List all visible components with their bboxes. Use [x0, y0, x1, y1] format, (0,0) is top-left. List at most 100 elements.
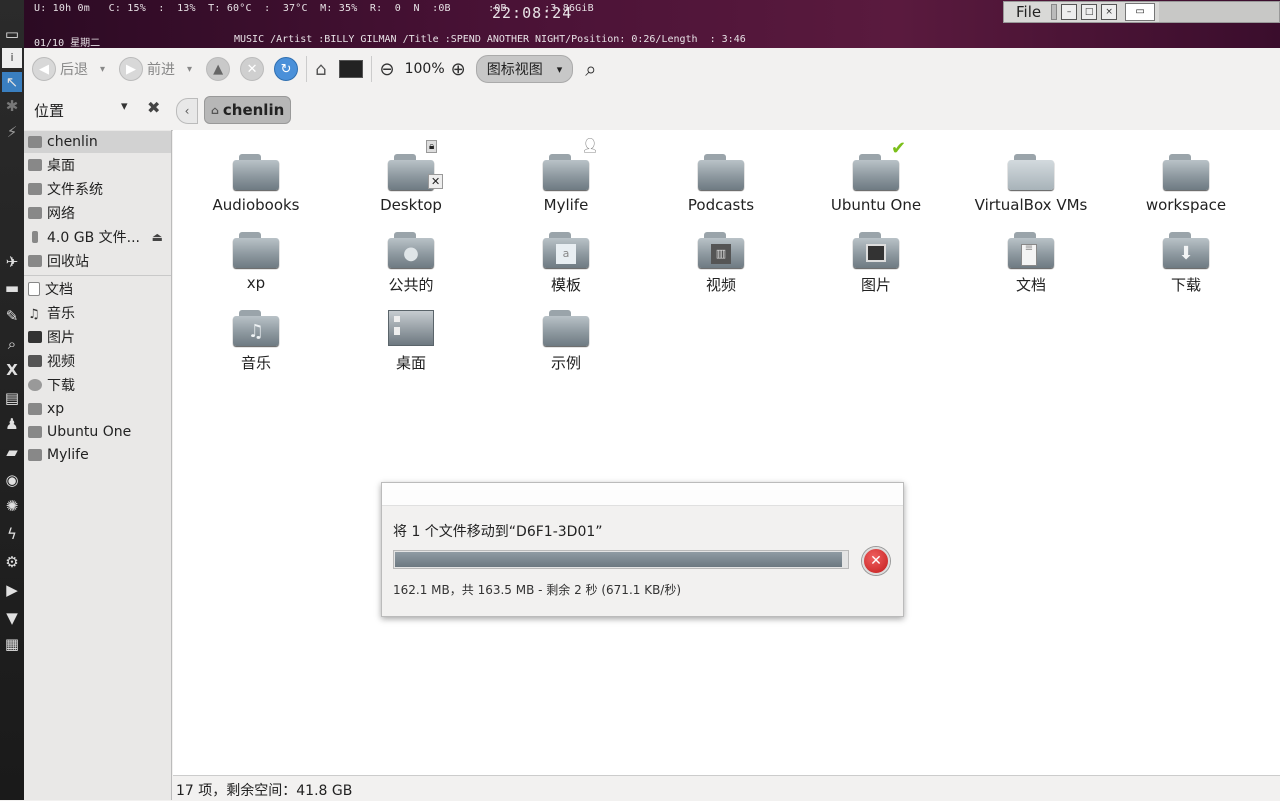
file-label: VirtualBox VMs [974, 196, 1088, 214]
dialog-titlebar[interactable] [382, 483, 903, 506]
places-sidebar: chenlin 桌面 文件系统 网络 4.0 GB 文件... ⏏ 回收站 文档 … [24, 130, 172, 800]
folder-icon [1008, 154, 1054, 190]
lock-icon: 🔒︎ [426, 140, 438, 153]
shared-person-icon: 👤︎ [581, 138, 599, 154]
sidebar-item-pictures[interactable]: 图片 [24, 326, 171, 348]
file-label: Podcasts [687, 196, 755, 214]
close-button[interactable]: × [1101, 4, 1118, 20]
chrome-icon[interactable]: ◉ [2, 470, 22, 490]
settings-icon[interactable]: ⚙ [2, 552, 22, 572]
sidebar-item-home[interactable]: chenlin [24, 131, 171, 153]
public-folder-icon: ● [388, 232, 434, 268]
toolbar-separator [306, 56, 308, 82]
airplane-icon[interactable]: ✈ [2, 252, 22, 272]
sidebar-item-network[interactable]: 网络 [24, 202, 171, 224]
file-item[interactable]: ▥ 视频 [656, 232, 786, 295]
file-icon-view: Audiobooks 🔒︎ ✕ Desktop 👤︎ Mylife Podcas… [173, 130, 1280, 775]
sidebar-item-usb[interactable]: 4.0 GB 文件... ⏏ [24, 226, 171, 248]
chevron-down-icon[interactable]: ▾ [187, 64, 192, 75]
usb-drive-icon [32, 231, 38, 243]
file-label: 桌面 [395, 354, 426, 372]
file-item[interactable]: ⬇ 下载 [1121, 232, 1251, 295]
sidebar-item-filesystem[interactable]: 文件系统 [24, 178, 171, 200]
folder-icon [233, 154, 279, 190]
file-item[interactable]: xp [191, 232, 321, 292]
sidebar-item-ubuntu-one[interactable]: Ubuntu One [24, 421, 171, 443]
launcher-icon[interactable]: ▭ [2, 24, 22, 44]
wrench-icon[interactable]: ✎ [2, 306, 22, 326]
sidebar-item-mylife[interactable]: Mylife [24, 444, 171, 466]
file-transfer-dialog: 将 1 个文件移动到“D6F1-3D01” ✕ 162.1 MB，共 163.5… [381, 482, 904, 617]
file-item[interactable]: 👤︎ Mylife [501, 138, 631, 214]
file-item[interactable]: Podcasts [656, 154, 786, 214]
bluetooth-icon[interactable]: ✱ [2, 96, 22, 116]
file-item[interactable]: 示例 [501, 310, 631, 373]
breadcrumb-home[interactable]: ⌂ chenlin [204, 96, 292, 124]
transfer-status: 162.1 MB，共 163.5 MB - 剩余 2 秒 (671.1 KB/秒… [393, 583, 682, 597]
people-icon[interactable]: ♟ [2, 414, 22, 434]
file-item[interactable]: ♫ 音乐 [191, 310, 321, 373]
x-icon[interactable]: X [2, 360, 22, 380]
computer-button[interactable] [338, 60, 363, 78]
person-icon: ● [403, 243, 419, 264]
window-switcher-button[interactable]: ▭ [1125, 3, 1156, 21]
sidebar-item-trash[interactable]: 回收站 [24, 250, 171, 272]
file-item[interactable]: workspace [1121, 154, 1251, 214]
forward-button[interactable]: ▶ 前进 ▾ [119, 57, 192, 81]
file-item[interactable]: 桌面 [346, 310, 476, 373]
sidebar-item-label: 音乐 [47, 306, 75, 322]
close-sidebar-icon[interactable]: ✖ [147, 98, 160, 117]
zoom-in-button[interactable]: ⊕ [451, 59, 466, 80]
play-icon[interactable]: ▶ [2, 580, 22, 600]
app-icon[interactable]: ↖ [2, 72, 22, 92]
sidebar-item-downloads[interactable]: 下载 [24, 374, 171, 396]
pictures-icon [28, 331, 42, 343]
stop-button[interactable]: ✕ [240, 57, 265, 81]
cancel-transfer-button[interactable]: ✕ [862, 547, 890, 575]
file-item[interactable]: ≡ 文档 [966, 232, 1096, 295]
chevron-down-icon[interactable]: ▾ [100, 64, 105, 75]
calendar-icon[interactable]: ▦ [2, 634, 22, 654]
file-label: 公共的 [388, 276, 434, 294]
lightning-icon[interactable]: ϟ [2, 524, 22, 544]
sidebar-item-documents[interactable]: 文档 [24, 278, 171, 300]
file-item[interactable]: 图片 [811, 232, 941, 295]
file-item[interactable]: Audiobooks [191, 154, 321, 214]
sidebar-item-videos[interactable]: 视频 [24, 350, 171, 372]
file-item[interactable]: VirtualBox VMs [966, 154, 1096, 214]
file-item[interactable]: ✔ Ubuntu One [811, 138, 941, 214]
info-icon[interactable]: i [2, 48, 22, 68]
download-icon[interactable]: ▼ [2, 608, 22, 628]
view-mode-select[interactable]: 图标视图 ▾ [475, 55, 574, 83]
folder-icon[interactable]: ▬ [2, 278, 22, 298]
minimize-button[interactable]: – [1061, 4, 1078, 20]
chevron-down-icon[interactable]: ▾ [121, 99, 128, 114]
back-label: 后退 [60, 62, 88, 78]
sidebar-item-desktop[interactable]: 桌面 [24, 154, 171, 176]
file-item[interactable]: ● 公共的 [346, 232, 476, 295]
zoom-out-button[interactable]: ⊖ [380, 59, 395, 80]
breadcrumb-back-button[interactable]: ‹ [176, 98, 198, 124]
window-menubar: File – □ × ▭ [1003, 1, 1280, 23]
file-menu[interactable]: File [1016, 3, 1041, 21]
file-item[interactable]: a 模板 [501, 232, 631, 295]
search-icon[interactable]: ⌕ [585, 57, 596, 81]
toolbar-separator [370, 56, 372, 82]
folder-open-icon[interactable]: ▤ [2, 388, 22, 408]
reload-button[interactable]: ↻ [274, 57, 299, 81]
search-icon[interactable]: ⌕ [2, 334, 22, 354]
up-button[interactable]: ▲ [206, 57, 231, 81]
network-icon[interactable]: ⚡ [2, 122, 22, 142]
videos-icon [28, 355, 42, 367]
sidebar-item-xp[interactable]: xp [24, 398, 171, 420]
sidebar-item-music[interactable]: ♫ 音乐 [24, 302, 171, 324]
separator [1051, 4, 1058, 20]
clapper-icon[interactable]: ▰ [2, 442, 22, 462]
home-button[interactable]: ⌂ [315, 59, 326, 80]
maximize-button[interactable]: □ [1081, 4, 1098, 20]
sidebar-item-label: chenlin [47, 134, 98, 150]
eject-icon[interactable]: ⏏ [152, 230, 163, 244]
back-button[interactable]: ◀ 后退 ▾ [32, 57, 105, 81]
gear-icon[interactable]: ✺ [2, 496, 22, 516]
file-item[interactable]: 🔒︎ ✕ Desktop [346, 140, 476, 214]
